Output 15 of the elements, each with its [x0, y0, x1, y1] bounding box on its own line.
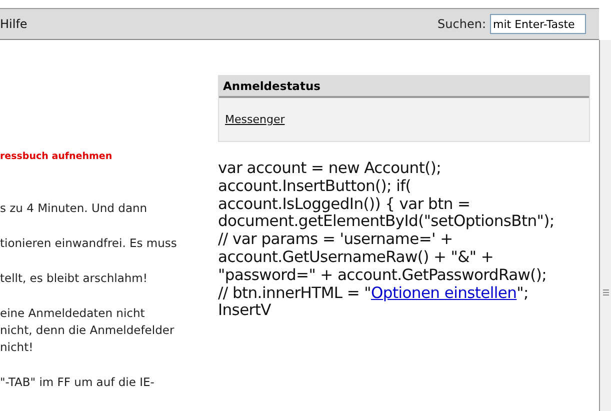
- paragraph: "-TAB" im FF um auf die IE-: [0, 374, 156, 391]
- panel-title: Anmeldestatus: [219, 76, 589, 98]
- menu-item[interactable]: Hilfe: [0, 17, 28, 31]
- search-field[interactable]: mit Enter-Taste: [490, 14, 586, 34]
- paragraph: tellt, es bleibt arschlahm!: [0, 270, 148, 287]
- section-heading: ressbuch aufnehmen: [0, 151, 114, 162]
- paragraph: s zu 4 Minuten. Und dann: [0, 200, 148, 217]
- search-label: Suchen:: [438, 17, 486, 31]
- paragraph: eine Anmeldedaten nicht nicht, denn die Anmeldefelder nicht!: [0, 305, 176, 356]
- paragraph: tionieren einwandfrei. Es muss: [0, 235, 178, 252]
- options-link[interactable]: Optionen einstellen: [371, 284, 517, 302]
- grip-icon: [602, 289, 608, 296]
- messenger-link[interactable]: Messenger: [225, 113, 285, 126]
- code-text: var account = new Account(); account.InsertButton(); if( account.IsLoggedIn()) { var btn = document.getElementById("setOptionsBtn"); // var params = 'username=' + account.GetUsernameRaw() + "&" + "password=" + account.GetPasswordRaw(); // btn.innerHTML = "Optionen einstellen"; InsertV: [218, 160, 556, 320]
- scrollbar[interactable]: [599, 40, 611, 411]
